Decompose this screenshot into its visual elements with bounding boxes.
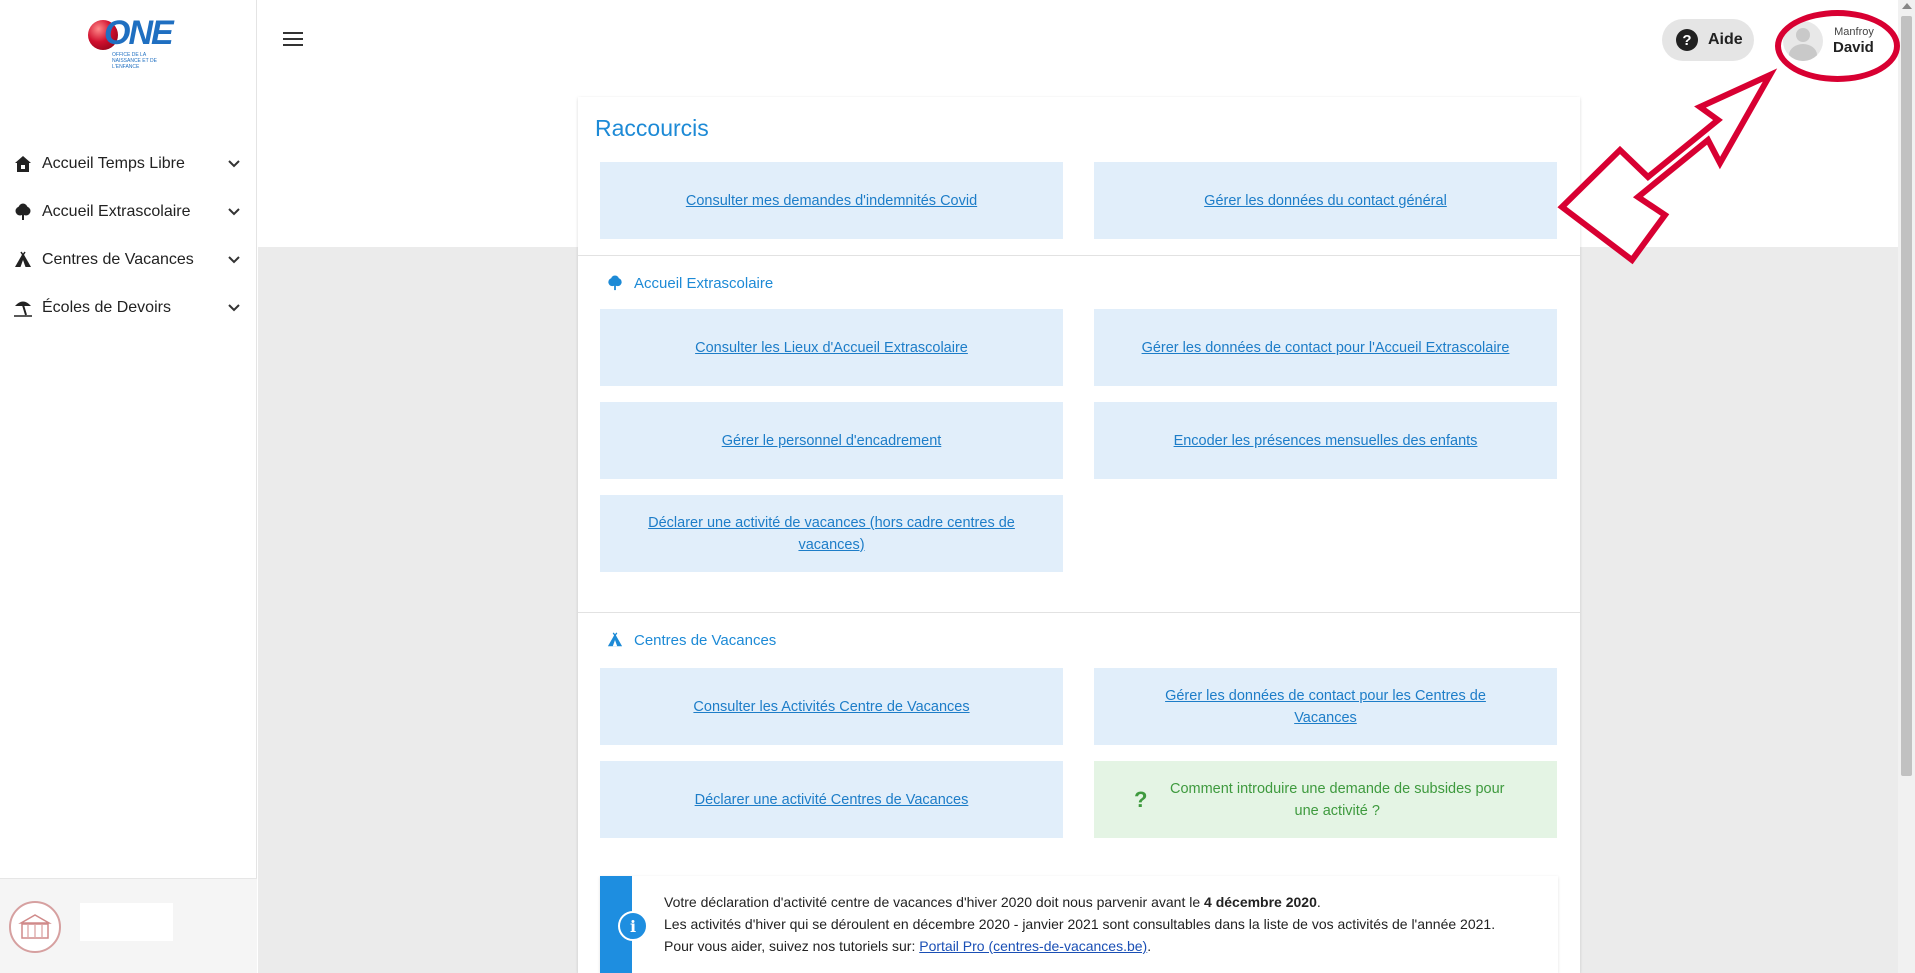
help-tile-subsides[interactable]: ? Comment introduire une demande de subs…	[1094, 761, 1557, 838]
beach-umbrella-icon	[12, 297, 34, 319]
shortcut-link[interactable]: Déclarer une activité de vacances (hors …	[640, 512, 1023, 556]
info-line3-suffix: .	[1147, 938, 1152, 954]
shortcut-link[interactable]: Consulter mes demandes d'indemnités Covi…	[686, 190, 977, 212]
shortcut-tile-contact-cv[interactable]: Gérer les données de contact pour les Ce…	[1094, 668, 1557, 745]
help-label: Aide	[1708, 31, 1743, 48]
shortcut-tile-declarer-cv[interactable]: Déclarer une activité Centres de Vacance…	[600, 761, 1063, 838]
logo-letters: ONE	[104, 14, 174, 52]
shortcut-link[interactable]: Encoder les présences mensuelles des enf…	[1174, 430, 1478, 452]
shortcut-tile-activites-cv[interactable]: Consulter les Activités Centre de Vacanc…	[600, 668, 1063, 745]
shortcut-tile-personnel[interactable]: Gérer le personnel d'encadrement	[600, 402, 1063, 479]
divider	[578, 255, 1580, 256]
info-deadline: 4 décembre 2020	[1204, 894, 1317, 910]
one-logo[interactable]: ONE OFFICE DE LA NAISSANCE ET DE L'ENFAN…	[88, 14, 174, 70]
shortcut-tile-lieux[interactable]: Consulter les Lieux d'Accueil Extrascola…	[600, 309, 1063, 386]
sidebar-item-centres-de-vacances[interactable]: Centres de Vacances	[0, 236, 257, 284]
user-menu-button[interactable]: Manfroy David	[1783, 19, 1893, 63]
section-heading-extrascolaire: Accueil Extrascolaire	[606, 274, 773, 292]
sidebar-item-label: Accueil Temps Libre	[42, 155, 185, 172]
info-icon: i	[618, 911, 648, 941]
scroll-up-arrow-icon[interactable]	[1902, 3, 1912, 9]
shortcut-link[interactable]: Gérer le personnel d'encadrement	[722, 430, 942, 452]
user-names: Manfroy David	[1833, 26, 1874, 56]
sidebar-item-accueil-extrascolaire[interactable]: Accueil Extrascolaire	[0, 188, 257, 236]
shortcut-link[interactable]: Gérer les données de contact pour les Ce…	[1134, 685, 1517, 729]
question-mark-icon: ?	[1134, 786, 1148, 812]
chevron-down-icon	[223, 208, 245, 216]
info-notice: i Votre déclaration d'activité centre de…	[600, 876, 1558, 973]
sidebar-item-label: Centres de Vacances	[42, 251, 194, 268]
menu-toggle-icon[interactable]	[283, 32, 303, 48]
page-title: Raccourcis	[595, 115, 709, 141]
sidebar-item-label: Accueil Extrascolaire	[42, 203, 191, 220]
section-heading-label: Accueil Extrascolaire	[634, 274, 774, 292]
shortcut-tile-general-contact[interactable]: Gérer les données du contact général	[1094, 162, 1557, 239]
divider	[578, 612, 1580, 613]
sidebar-item-accueil-temps-libre[interactable]: Accueil Temps Libre	[0, 140, 257, 188]
logo-subtitle: OFFICE DE LA NAISSANCE ET DE L'ENFANCE	[112, 52, 157, 70]
footer-placeholder	[80, 903, 173, 941]
shortcut-link[interactable]: Gérer les données du contact général	[1204, 190, 1447, 212]
info-line1-prefix: Votre déclaration d'activité centre de v…	[664, 894, 1205, 910]
sidebar-item-ecoles-de-devoirs[interactable]: Écoles de Devoirs	[0, 284, 257, 332]
sidebar-item-label: Écoles de Devoirs	[42, 299, 171, 316]
chevron-down-icon	[223, 256, 245, 264]
help-button[interactable]: ? Aide	[1662, 19, 1754, 61]
shortcut-tile-covid[interactable]: Consulter mes demandes d'indemnités Covi…	[600, 162, 1063, 239]
info-line3-prefix: Pour vous aider, suivez nos tutoriels su…	[664, 938, 920, 954]
scrollbar-thumb[interactable]	[1901, 16, 1912, 776]
shortcut-link[interactable]: Consulter les Activités Centre de Vacanc…	[693, 696, 969, 718]
building-seal-icon	[9, 901, 61, 953]
user-last-name: David	[1833, 39, 1874, 56]
chevron-down-icon	[223, 160, 245, 168]
shortcut-tile-presences[interactable]: Encoder les présences mensuelles des enf…	[1094, 402, 1557, 479]
sidebar-nav: Accueil Temps Libre Accueil Extrascolair…	[0, 140, 257, 332]
shortcut-link[interactable]: Déclarer une activité Centres de Vacance…	[695, 789, 969, 811]
house-icon	[12, 153, 34, 175]
sidebar-footer	[0, 878, 257, 973]
tent-icon	[12, 249, 34, 271]
tree-icon	[12, 201, 34, 223]
section-heading-vacances: Centres de Vacances	[606, 631, 776, 649]
chevron-down-icon	[223, 304, 245, 312]
portail-pro-link[interactable]: Portail Pro (centres-de-vacances.be)	[919, 938, 1147, 954]
shortcut-tile-declarer-activite-vacances[interactable]: Déclarer une activité de vacances (hors …	[600, 495, 1063, 572]
sidebar: ONE OFFICE DE LA NAISSANCE ET DE L'ENFAN…	[0, 0, 257, 973]
section-heading-label: Centres de Vacances	[634, 631, 777, 649]
user-first-name: Manfroy	[1834, 26, 1874, 38]
tent-icon	[606, 631, 624, 649]
tree-icon	[606, 274, 624, 292]
help-tile-text: Comment introduire une demande de subsid…	[1169, 780, 1505, 819]
shortcut-tile-contact-extrascolaire[interactable]: Gérer les données de contact pour l'Accu…	[1094, 309, 1557, 386]
info-line2: Les activités d'hiver qui se déroulent e…	[664, 916, 1496, 932]
shortcuts-card: Raccourcis Consulter mes demandes d'inde…	[578, 97, 1580, 973]
shortcut-link[interactable]: Consulter les Lieux d'Accueil Extrascola…	[695, 337, 968, 359]
shortcut-link[interactable]: Gérer les données de contact pour l'Accu…	[1142, 337, 1510, 359]
info-text: Votre déclaration d'activité centre de v…	[664, 891, 1554, 957]
question-circle-icon: ?	[1676, 29, 1698, 51]
avatar	[1783, 21, 1823, 61]
info-line1-suffix: .	[1316, 894, 1321, 910]
